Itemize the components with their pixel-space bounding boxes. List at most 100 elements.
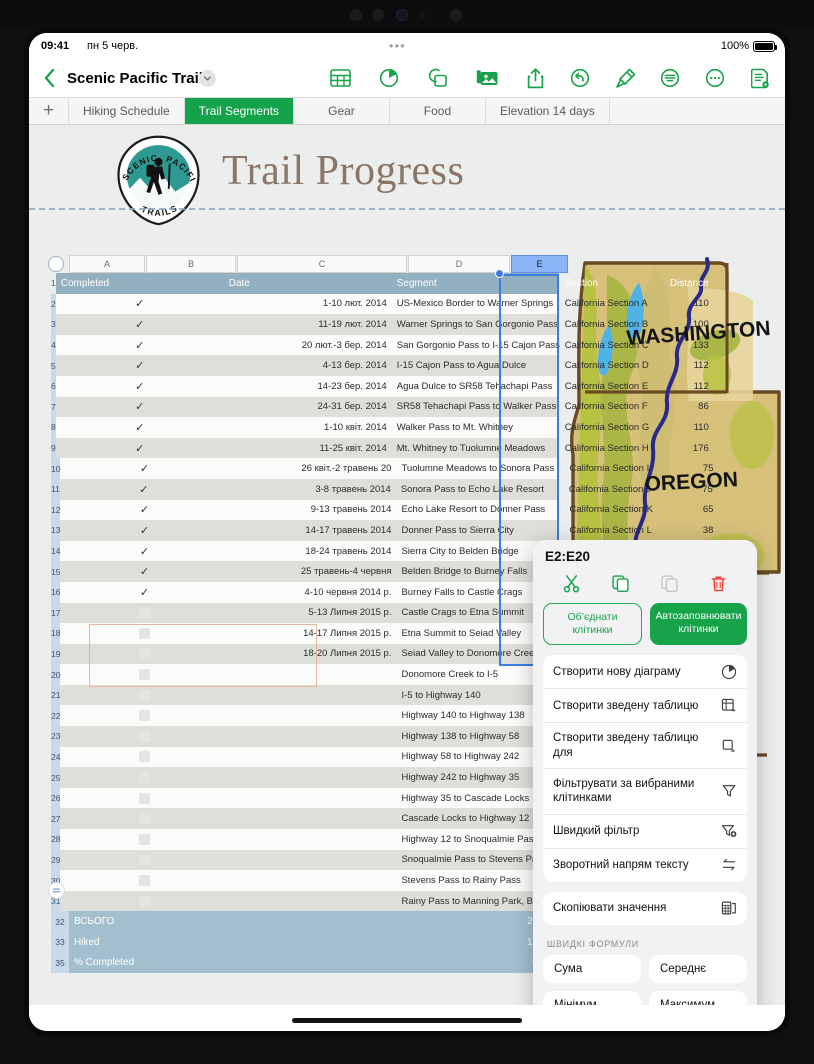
cell-date[interactable]: 24-31 бер. 2014 — [224, 397, 392, 418]
cell-completed-checked[interactable]: ✓ — [60, 520, 228, 541]
comment-icon[interactable] — [659, 67, 681, 89]
row-number[interactable]: 18 — [51, 623, 61, 644]
cell-date[interactable] — [228, 664, 396, 685]
table-icon[interactable] — [329, 67, 351, 89]
column-header-a[interactable]: A — [69, 255, 145, 273]
menu-item-quick-filter[interactable]: Швидкий фільтр — [543, 815, 747, 849]
table-footer-row[interactable]: 32ВСЬОГО2 645 — [51, 911, 559, 932]
table-row[interactable]: 13 ✓ 14-17 травень 2014 Donner Pass to Sier… — [51, 520, 713, 541]
row-number[interactable]: 26 — [51, 787, 61, 809]
column-header-b[interactable]: B — [146, 255, 236, 273]
menu-item-create-chart[interactable]: Створити нову діаграму — [543, 655, 747, 690]
cell-completed-unchecked[interactable] — [60, 685, 228, 706]
delete-icon[interactable] — [708, 572, 730, 594]
table-row[interactable]: 15 ✓ 25 травень-4 червня Belden Bridge to B… — [51, 561, 713, 582]
cell-distance[interactable]: 110 — [660, 417, 716, 438]
cell-distance[interactable]: 65 — [664, 500, 720, 521]
cell-completed-unchecked[interactable] — [60, 664, 228, 685]
cell-section[interactable]: California Section L — [564, 520, 664, 541]
cell-date[interactable]: 3-8 травень 2014 — [228, 479, 396, 500]
cell-section[interactable]: California Section G — [560, 417, 660, 438]
page-title[interactable]: Scenic Pacific Trails — [67, 70, 211, 87]
table-row[interactable]: 16 ✓ 4-10 червня 2014 р. Burney Falls to Ca… — [51, 581, 713, 603]
table-row[interactable]: 20Donomore Creek to I-5Oregon Section A2… — [51, 664, 713, 685]
row-number[interactable]: 33 — [51, 932, 69, 953]
table-row[interactable]: 10 ✓ 26 квіт.-2 травень 20 Tuolumne Meadows… — [51, 458, 713, 479]
copy-icon[interactable] — [610, 572, 632, 594]
cell-completed-unchecked[interactable] — [60, 850, 228, 871]
cell-completed-checked[interactable]: ✓ — [60, 582, 228, 603]
cell-segment[interactable]: Mt. Whitney to Tuolumne Meadows — [392, 438, 560, 459]
row-number[interactable]: 12 — [51, 499, 61, 521]
table-row[interactable]: 6 ✓ 14-23 бер. 2014 Agua Dulce to SR58 Teha… — [51, 375, 709, 397]
cell-segment[interactable]: Donner Pass to Sierra City — [396, 520, 564, 541]
quick-formula-sum[interactable]: Сума — [543, 954, 641, 983]
cell-date[interactable] — [228, 767, 396, 788]
media-icon[interactable] — [476, 67, 498, 89]
table-row[interactable]: 2 ✓ 1-10 лют. 2014 US-Mexico Border to Warn… — [51, 293, 709, 315]
cell-completed-checked[interactable]: ✓ — [60, 500, 228, 521]
table-row[interactable]: 30Stevens Pass to Rainy PassWashington S… — [51, 870, 713, 891]
cell-date[interactable]: 18-24 травень 2014 — [228, 541, 396, 562]
column-header-e[interactable]: E — [511, 255, 568, 273]
back-icon[interactable] — [41, 67, 57, 89]
table-row[interactable]: 21I-5 to Highway 140Oregon Section B55 — [51, 684, 713, 706]
cell-date[interactable]: 4-10 червня 2014 р. — [228, 582, 396, 603]
cut-icon[interactable] — [561, 572, 583, 594]
undo-icon[interactable] — [569, 67, 591, 89]
cell-date[interactable] — [228, 829, 396, 850]
chart-icon[interactable] — [378, 67, 400, 89]
cell-date[interactable]: 20 лют.-3 бер. 2014 — [224, 335, 392, 356]
selection-handle[interactable] — [495, 269, 504, 278]
cell-section[interactable]: California Section E — [560, 376, 660, 397]
cell-distance[interactable]: 176 — [660, 438, 716, 459]
cell-distance[interactable]: 38 — [664, 520, 720, 541]
row-number[interactable]: 20 — [51, 664, 61, 685]
menu-item-create-pivot-table-for[interactable]: Створити зведену таблицю для — [543, 723, 747, 769]
sheet-tab-trail-segments[interactable]: Trail Segments — [184, 98, 294, 124]
cell-completed-checked[interactable]: ✓ — [60, 541, 228, 562]
cell-completed-checked[interactable]: ✓ — [56, 294, 224, 315]
more-icon[interactable] — [704, 67, 726, 89]
table-row[interactable]: 19 18-20 Липня 2015 р. Seiad Valley to Don… — [51, 643, 713, 665]
row-number[interactable]: 27 — [51, 808, 61, 830]
row-number[interactable]: 29 — [51, 849, 61, 871]
autofill-cells-button[interactable]: Автозаповнювати клітинки — [650, 603, 747, 646]
cell-completed-unchecked[interactable] — [60, 705, 228, 726]
table-row[interactable]: 4 ✓ 20 лют.-3 бер. 2014 San Gorgonio Pass t… — [51, 334, 709, 356]
cell-distance[interactable]: 86 — [660, 397, 716, 418]
row-number[interactable]: 10 — [51, 458, 61, 479]
cell-completed-checked[interactable]: ✓ — [56, 397, 224, 418]
cell-date[interactable]: 11-19 лют. 2014 — [224, 314, 392, 335]
sheet-tab-elevation-14-days[interactable]: Elevation 14 days — [486, 98, 610, 124]
cell-date[interactable] — [228, 891, 396, 912]
add-row-button[interactable] — [48, 882, 65, 899]
cell-section[interactable]: California Section B — [560, 314, 660, 335]
cell-section[interactable]: California Section I — [564, 458, 664, 479]
sheet-tab-hiking-schedule[interactable]: Hiking Schedule — [69, 98, 185, 124]
add-sheet-button[interactable]: + — [29, 98, 69, 124]
cell-completed-checked[interactable]: ✓ — [56, 417, 224, 438]
cell-date[interactable] — [228, 705, 396, 726]
menu-item-filter-selected-cells[interactable]: Фільтрувати за вибраними клітинками — [543, 769, 747, 815]
cell-completed-unchecked[interactable] — [60, 788, 228, 809]
row-number[interactable]: 35 — [51, 952, 69, 974]
cell-date[interactable]: 11-25 квіт. 2014 — [224, 438, 392, 459]
home-indicator[interactable] — [292, 1018, 522, 1023]
row-number[interactable]: 19 — [51, 643, 61, 665]
menu-item-copy-values[interactable]: Скопіювати значення — [543, 892, 747, 925]
cell-date[interactable]: 14-17 травень 2014 — [228, 520, 396, 541]
shape-icon[interactable] — [427, 67, 449, 89]
cell-segment[interactable]: Sonora Pass to Echo Lake Resort — [396, 479, 564, 500]
table-row[interactable]: 11 ✓ 3-8 травень 2014 Sonora Pass to Echo L… — [51, 478, 713, 500]
cell-completed-checked[interactable]: ✓ — [60, 479, 228, 500]
table-row[interactable]: 29Snoqualmie Pass to Stevens PassWashing… — [51, 849, 713, 871]
cell-section[interactable]: California Section H — [560, 438, 660, 459]
cell-date[interactable]: 5-13 Липня 2015 р. — [228, 603, 396, 624]
cell-date[interactable]: 18-20 Липня 2015 р. — [228, 644, 396, 665]
cell-segment[interactable]: SR58 Tehachapi Pass to Walker Pass — [392, 397, 560, 418]
cell-segment[interactable]: Tuolumne Meadows to Sonora Pass — [396, 458, 564, 479]
cell-segment[interactable]: Warner Springs to San Gorgonio Pass — [392, 314, 560, 335]
cell-distance[interactable]: 100 — [660, 314, 716, 335]
cell-section[interactable]: California Section D — [560, 355, 660, 376]
